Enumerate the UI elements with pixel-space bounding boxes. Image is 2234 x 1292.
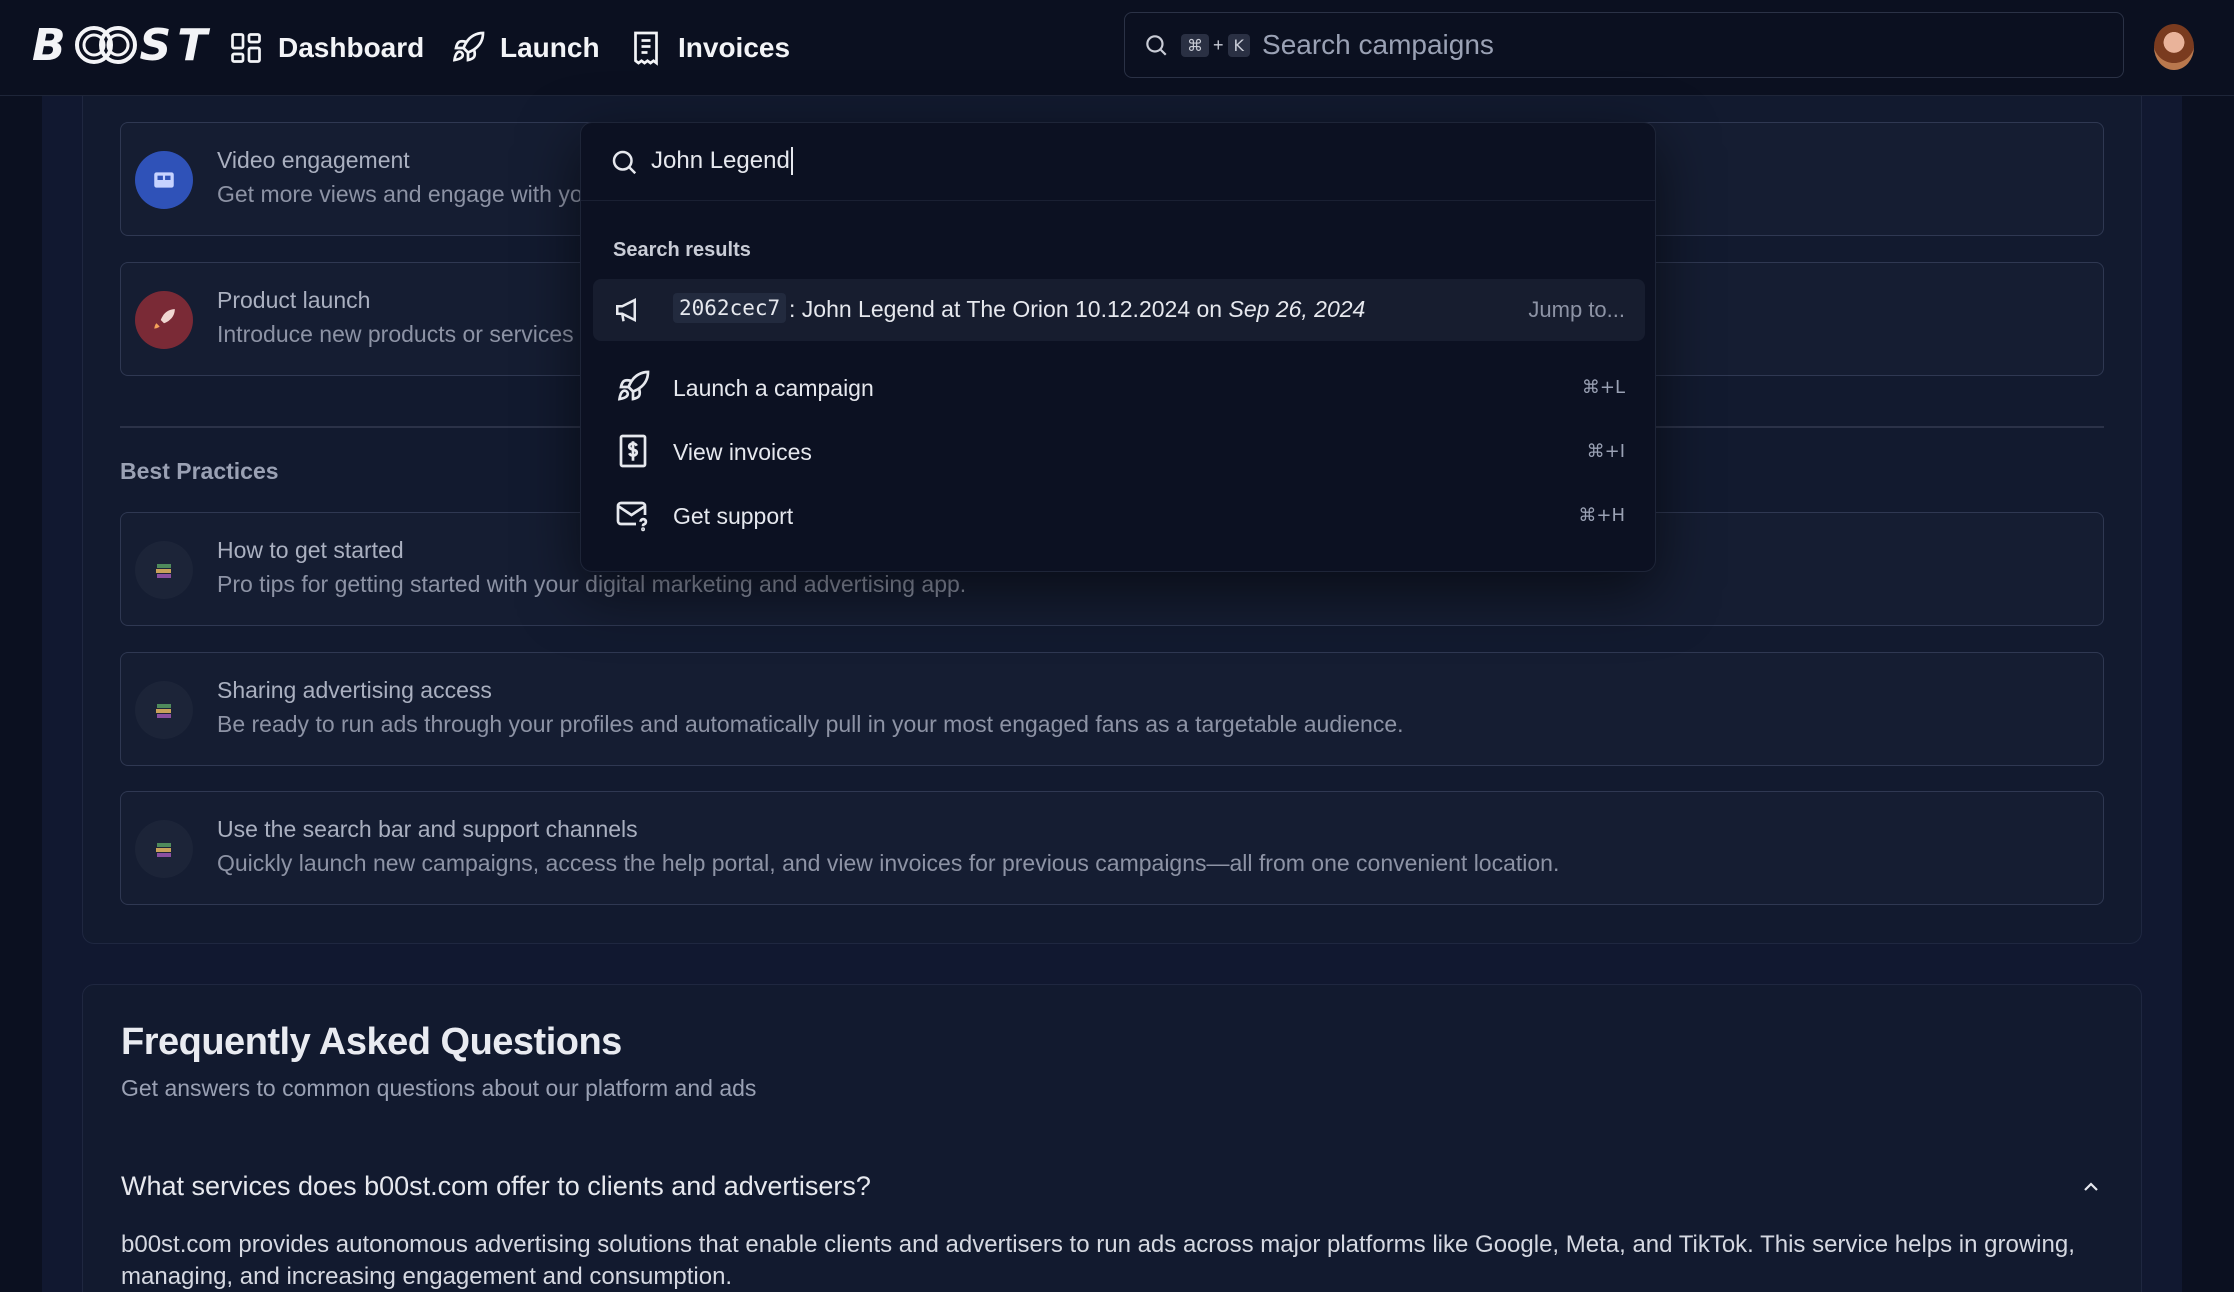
- command-shortcut: ⌘+L: [1581, 377, 1625, 398]
- command-shortcut: ⌘+H: [1578, 505, 1625, 526]
- search-result-item[interactable]: 2062cec7 : John Legend at The Orion 10.1…: [593, 279, 1645, 341]
- grid-icon: [231, 33, 261, 63]
- chevron-up-icon[interactable]: [2079, 1175, 2103, 1199]
- rocket-badge-icon: [135, 291, 193, 349]
- user-avatar[interactable]: [2154, 24, 2194, 70]
- card-search-and-support[interactable]: Use the search bar and support channels …: [120, 791, 2104, 905]
- nav-launch-label: Launch: [500, 32, 600, 63]
- faq-section: Frequently Asked Questions Get answers t…: [82, 984, 2142, 1292]
- shortcut-k-key: K: [1227, 33, 1251, 57]
- card-description: Get more views and engage with yo: [217, 181, 583, 207]
- rocket-icon: [617, 370, 650, 401]
- palette-search[interactable]: John Legend: [581, 123, 1655, 201]
- faq-title: Frequently Asked Questions: [121, 1021, 622, 1063]
- nav-invoices-label: Invoices: [678, 32, 791, 63]
- command-label: Get support: [673, 503, 794, 529]
- books-icon: [135, 541, 193, 599]
- nav-invoices[interactable]: Invoices: [628, 0, 790, 96]
- search-results-heading: Search results: [613, 239, 751, 261]
- nav-dashboard-label: Dashboard: [278, 32, 425, 63]
- search-icon: [612, 150, 637, 175]
- top-navigation: B ST Dashboard Launch Invoices ⌘ + K Sea…: [0, 0, 2234, 96]
- result-date: Sep 26, 2024: [1228, 296, 1366, 322]
- search-icon: [1146, 35, 1167, 56]
- command-view-invoices[interactable]: View invoices ⌘+I: [593, 423, 1645, 479]
- card-title: How to get started: [217, 537, 404, 563]
- nav-launch[interactable]: Launch: [450, 0, 600, 96]
- mail-help-icon: [616, 501, 648, 532]
- card-title: Sharing advertising access: [217, 677, 492, 703]
- video-icon: [135, 151, 193, 209]
- command-get-support[interactable]: Get support ⌘+H: [593, 487, 1645, 543]
- invoice-dollar-icon: [619, 434, 647, 468]
- faq-answer: b00st.com provides autonomous advertisin…: [121, 1231, 2075, 1290]
- faq-subtitle: Get answers to common questions about ou…: [121, 1075, 757, 1101]
- command-label: View invoices: [673, 439, 812, 465]
- card-description: Pro tips for getting started with your d…: [217, 571, 967, 597]
- result-text: : John Legend at The Orion 10.12.2024 on…: [789, 296, 1365, 323]
- rocket-icon: [452, 31, 485, 62]
- card-title: Use the search bar and support channels: [217, 816, 638, 842]
- result-title: : John Legend at The Orion 10.12.2024 on: [789, 296, 1229, 322]
- faq-question[interactable]: What services does b00st.com offer to cl…: [121, 1171, 871, 1202]
- card-description: Be ready to run ads through your profile…: [217, 711, 1404, 737]
- nav-dashboard[interactable]: Dashboard: [228, 0, 424, 96]
- receipt-icon: [634, 31, 658, 66]
- shortcut-plus: +: [1213, 34, 1224, 55]
- boost-logo[interactable]: B ST: [32, 20, 213, 71]
- card-title: Video engagement: [217, 147, 410, 173]
- books-icon: [135, 681, 193, 739]
- megaphone-icon: [616, 297, 636, 323]
- palette-search-input[interactable]: John Legend: [651, 147, 793, 175]
- shortcut-hint: ⌘ + K: [1181, 33, 1251, 57]
- card-sharing-advertising-access[interactable]: Sharing advertising access Be ready to r…: [120, 652, 2104, 766]
- command-palette: John Legend Search results 2062cec7 : Jo…: [580, 122, 1656, 572]
- best-practices-title: Best Practices: [120, 458, 279, 484]
- card-description: Introduce new products or services: [217, 321, 574, 347]
- search-campaigns-bar[interactable]: ⌘ + K: [1124, 12, 2124, 78]
- command-shortcut: ⌘+I: [1586, 441, 1625, 462]
- books-icon: [135, 820, 193, 878]
- card-description: Quickly launch new campaigns, access the…: [217, 850, 1560, 876]
- search-campaigns-input[interactable]: [1262, 29, 1963, 61]
- shortcut-cmd-key: ⌘: [1181, 33, 1209, 57]
- card-title: Product launch: [217, 287, 371, 313]
- campaign-id: 2062cec7: [673, 293, 787, 323]
- command-label: Launch a campaign: [673, 375, 874, 401]
- command-launch-campaign[interactable]: Launch a campaign ⌘+L: [593, 359, 1645, 415]
- logo-rings-icon: [74, 26, 137, 64]
- jump-to-hint: Jump to...: [1528, 297, 1625, 322]
